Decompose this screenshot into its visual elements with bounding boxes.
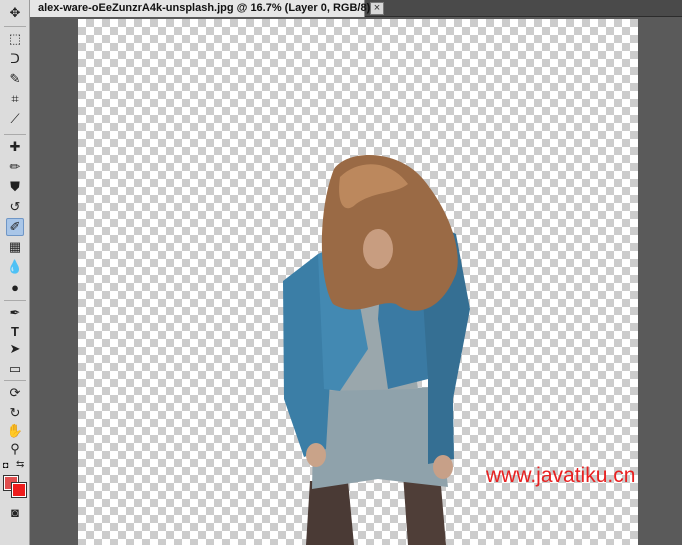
3d-rotate-icon[interactable]: ⟳ [6, 384, 24, 402]
marquee-icon[interactable]: ⬚ [6, 30, 24, 48]
pen-icon[interactable]: ✒ [6, 304, 24, 322]
right-hand [433, 455, 453, 479]
path-select-icon[interactable]: ➤ [6, 340, 24, 358]
rectangle-icon[interactable]: ▭ [6, 360, 24, 378]
type-icon[interactable]: T [6, 322, 24, 340]
crop-icon[interactable]: ⌗ [6, 90, 24, 108]
swap-colors-icon[interactable]: ⇆ [16, 459, 24, 470]
hand-icon[interactable]: ✋ [6, 422, 24, 440]
left-hand [306, 443, 326, 467]
document-tab-title: alex-ware-oEeZunzrA4k-unsplash.jpg @ 16.… [38, 2, 371, 14]
default-colors-icon[interactable]: ◘ [3, 460, 13, 470]
document-tab-bar: alex-ware-oEeZunzrA4k-unsplash.jpg @ 16.… [30, 0, 682, 17]
watermark-text: www.javatiku.cn [486, 464, 636, 487]
clone-stamp-icon[interactable]: ⛊ [6, 178, 24, 196]
3d-orbit-icon[interactable]: ↻ [6, 404, 24, 422]
background-color-swatch[interactable] [11, 482, 27, 498]
close-tab-button[interactable]: × [370, 2, 384, 15]
brush-icon[interactable]: ✐ [6, 218, 24, 236]
toolbar-divider [4, 26, 26, 27]
eyedropper-icon[interactable]: ⟋ [6, 110, 24, 128]
face [363, 229, 393, 269]
shorts [312, 387, 448, 489]
blur-icon[interactable]: 💧 [6, 258, 24, 276]
gradient-icon[interactable]: ▦ [6, 238, 24, 256]
tools-panel: ✥ ⬚ ᑐ ✎ ⌗ ⟋ ✚ ✏ ⛊ ↺ ✐ ▦ 💧 ● ✒ T ➤ ▭ ⟳ ↻ … [0, 0, 30, 545]
image-canvas[interactable]: www.javatiku.cn [78, 19, 638, 545]
document-tab[interactable]: alex-ware-oEeZunzrA4k-unsplash.jpg @ 16.… [30, 0, 378, 17]
history-brush-icon[interactable]: ↺ [6, 198, 24, 216]
quick-select-icon[interactable]: ✎ [6, 70, 24, 88]
quick-mask-icon[interactable]: ◙ [6, 503, 24, 521]
move-icon[interactable]: ✥ [6, 4, 24, 22]
dodge-icon[interactable]: ● [6, 278, 24, 296]
healing-brush-icon[interactable]: ✚ [6, 138, 24, 156]
brush-icon-small[interactable]: ✏ [6, 158, 24, 176]
workspace: www.javatiku.cn [31, 18, 682, 545]
left-boot [306, 481, 354, 545]
canvas-margin [639, 19, 682, 545]
lasso-icon[interactable]: ᑐ [6, 50, 24, 68]
toolbar-divider [4, 380, 26, 381]
toolbar-divider [4, 134, 26, 135]
zoom-icon[interactable]: ⚲ [6, 440, 24, 458]
toolbar-divider [4, 300, 26, 301]
